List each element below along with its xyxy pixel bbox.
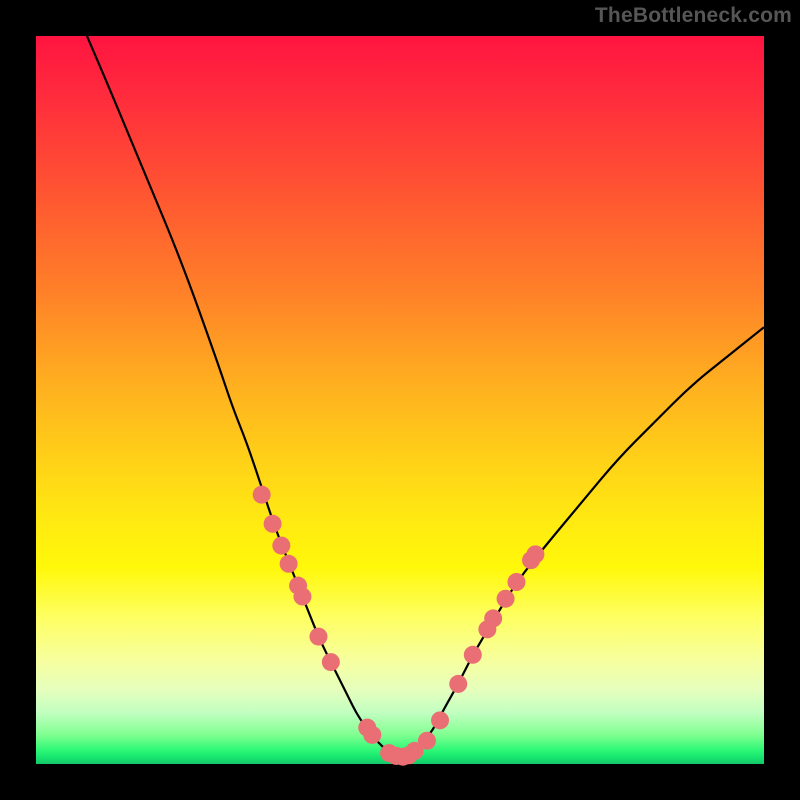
watermark-text: TheBottleneck.com [595,4,792,28]
data-point [507,573,525,591]
marker-layer [253,486,545,766]
chart-svg [36,36,764,764]
data-point [484,609,502,627]
plot-area [36,36,764,764]
chart-container: TheBottleneck.com [0,0,800,800]
data-point [280,555,298,573]
data-point [264,515,282,533]
data-point [293,588,311,606]
data-point [363,726,381,744]
data-point [526,545,544,563]
data-point [253,486,271,504]
data-point [322,653,340,671]
data-point [464,646,482,664]
bottleneck-curve [87,36,764,756]
data-point [449,675,467,693]
data-point [497,590,515,608]
data-point [418,732,436,750]
data-point [309,628,327,646]
data-point [431,711,449,729]
data-point [272,537,290,555]
